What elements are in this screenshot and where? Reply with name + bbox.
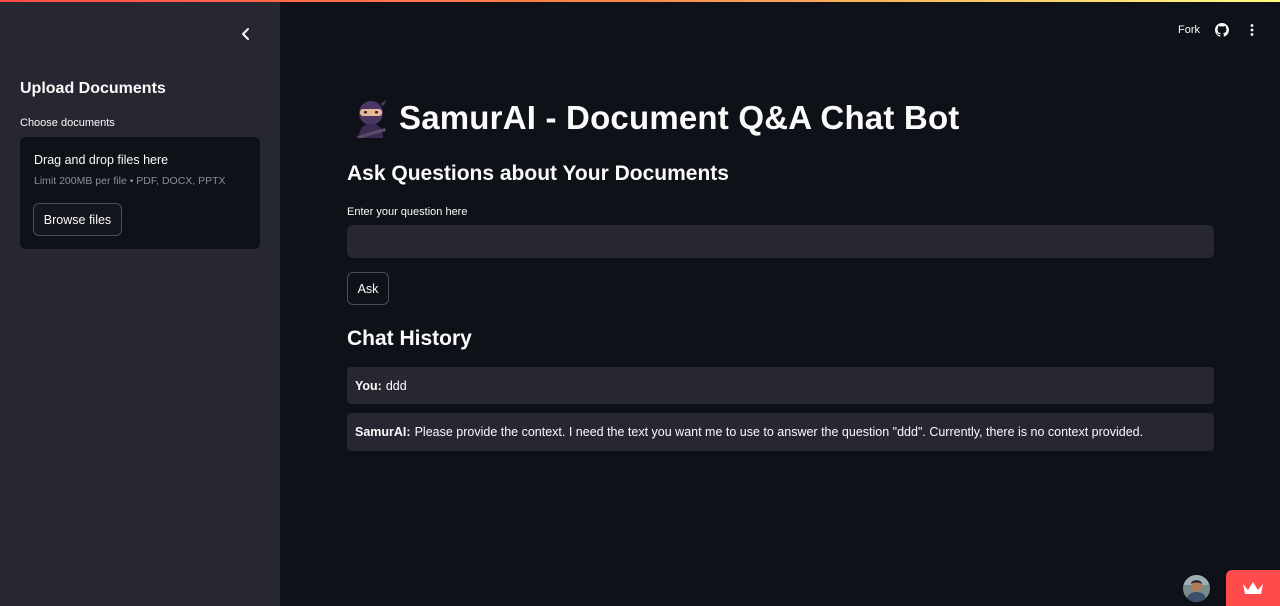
message-text: Please provide the context. I need the t… — [414, 425, 1144, 439]
sidebar: Upload Documents Choose documents Drag a… — [0, 0, 280, 606]
browse-files-button[interactable]: Browse files — [33, 203, 122, 236]
github-icon[interactable] — [1214, 22, 1230, 38]
sidebar-heading: Upload Documents — [20, 80, 166, 97]
main-content: SamurAI - Document Q&A Chat Bot Ask Ques… — [347, 0, 1214, 606]
chat-history-heading: Chat History — [347, 327, 472, 350]
collapse-sidebar-button[interactable] — [234, 22, 258, 46]
ask-button[interactable]: Ask — [347, 272, 389, 305]
section-subheading: Ask Questions about Your Documents — [347, 162, 729, 185]
message-speaker: You: — [355, 378, 382, 393]
chevron-left-icon — [242, 28, 249, 40]
top-gradient-bar — [0, 0, 1280, 2]
message-speaker: SamurAI: — [355, 425, 411, 439]
avatar[interactable] — [1183, 575, 1210, 602]
page-title: SamurAI - Document Q&A Chat Bot — [399, 99, 960, 136]
question-input-label: Enter your question here — [347, 206, 468, 218]
question-input[interactable] — [347, 225, 1214, 258]
crown-icon — [1243, 582, 1263, 594]
more-vertical-icon[interactable] — [1244, 22, 1260, 38]
chat-message-bot: SamurAI: Please provide the context. I n… — [347, 413, 1214, 451]
file-dropzone[interactable]: Drag and drop files here Limit 200MB per… — [20, 137, 260, 249]
file-uploader-label: Choose documents — [20, 117, 115, 129]
page-title-row: SamurAI - Document Q&A Chat Bot — [353, 98, 960, 138]
chat-message-user: You: ddd — [347, 367, 1214, 404]
message-text: ddd — [385, 378, 407, 393]
dropzone-limit-text: Limit 200MB per file • PDF, DOCX, PPTX — [34, 175, 226, 187]
streamlit-badge[interactable] — [1226, 570, 1280, 606]
dropzone-title: Drag and drop files here — [34, 153, 169, 167]
ninja-emoji — [357, 100, 386, 138]
